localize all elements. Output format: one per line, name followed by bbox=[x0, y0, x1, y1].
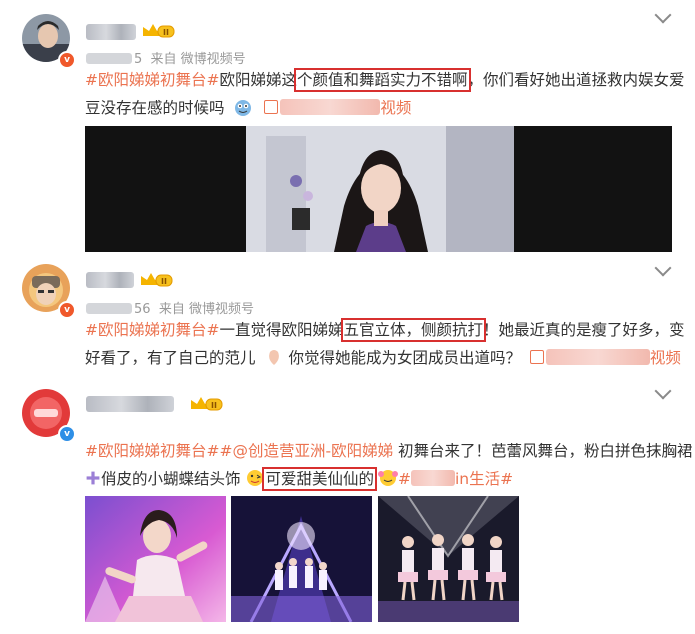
crown-level-icon: II bbox=[191, 397, 223, 411]
post-meta: 56 来自 微博视频号 bbox=[86, 298, 254, 317]
topic-tag[interactable]: #欧阳娣娣初舞台# bbox=[85, 71, 219, 89]
text-segment: 俏皮的小蝴蝶结头饰 bbox=[101, 470, 241, 488]
post-source[interactable]: 来自 微博视频号 bbox=[151, 52, 246, 67]
video-link-blurred[interactable] bbox=[545, 349, 650, 365]
mention-link[interactable]: #@创造营亚洲-欧阳娣娣 bbox=[219, 442, 393, 460]
topic-tag[interactable]: #欧阳娣娣初舞台# bbox=[85, 321, 219, 339]
post-text: #欧阳娣娣初舞台#一直觉得欧阳娣娣五官立体，侧颜抗打！她最近真的是瘦了好多，变 … bbox=[85, 316, 685, 372]
post-image-3[interactable] bbox=[378, 496, 519, 622]
highlighted-phrase: 可爱甜美仙仙的 bbox=[262, 467, 377, 491]
svg-text:II: II bbox=[211, 401, 217, 410]
chevron-down-icon[interactable] bbox=[654, 6, 672, 24]
topic-tag-2[interactable]: # bbox=[398, 470, 411, 488]
svg-text:II: II bbox=[163, 28, 169, 37]
highlighted-phrase: 五官立体，侧颜抗打 bbox=[340, 318, 487, 342]
post-source[interactable]: 来自 微博视频号 bbox=[159, 302, 254, 317]
chevron-down-icon[interactable] bbox=[654, 259, 672, 277]
emoji-icon bbox=[269, 350, 280, 365]
emoji-icon bbox=[235, 100, 252, 116]
verified-badge-icon: v bbox=[58, 301, 76, 319]
emoji-icon bbox=[247, 470, 264, 486]
post-text: #欧阳娣娣初舞台#欧阳娣娣这个颜值和舞蹈实力不错啊，你们看好她出道拯救内娱女爱 … bbox=[85, 66, 685, 122]
video-link-icon[interactable] bbox=[529, 350, 544, 364]
video-link-icon[interactable] bbox=[264, 100, 279, 114]
username-blurred[interactable] bbox=[86, 272, 134, 288]
text-segment: 一直觉得欧阳娣娣 bbox=[219, 321, 344, 339]
emoji-icon bbox=[377, 470, 398, 486]
verified-badge-icon: v bbox=[58, 51, 76, 69]
video-link-blurred[interactable] bbox=[280, 99, 381, 115]
chevron-down-icon[interactable] bbox=[654, 382, 672, 400]
sparkle-plus-icon bbox=[86, 471, 100, 485]
post-image-2[interactable] bbox=[231, 496, 372, 622]
text-segment: 你觉得她能成为女团成员出道吗？ bbox=[288, 349, 521, 367]
highlighted-phrase: 个颜值和舞蹈实力不错啊 bbox=[294, 68, 471, 92]
time-suffix: 5 bbox=[134, 52, 143, 67]
post-text: #欧阳娣娣初舞台##@创造营亚洲-欧阳娣娣 初舞台来了！芭蕾风舞台，粉白拼色抹胸… bbox=[85, 437, 693, 493]
text-segment: 好看了，有了自己的范儿 bbox=[85, 349, 256, 367]
topic-tag-2-suffix[interactable]: in生活# bbox=[455, 470, 513, 488]
time-blurred bbox=[86, 303, 132, 314]
video-link-label[interactable]: 视频 bbox=[650, 349, 681, 367]
verified-badge-icon: v bbox=[58, 425, 76, 443]
crown-level-icon: II bbox=[143, 24, 175, 38]
time-blurred bbox=[86, 53, 132, 64]
text-segment: 欧阳娣娣这 bbox=[219, 71, 297, 89]
video-thumbnail[interactable] bbox=[246, 126, 514, 252]
post-meta: 5 来自 微博视频号 bbox=[86, 48, 246, 67]
video-link-label[interactable]: 视频 bbox=[380, 99, 411, 117]
text-segment: 豆没存在感的时候吗 bbox=[85, 99, 225, 117]
text-segment: 初舞台来了！芭蕾风舞台，粉白拼色抹胸裙 bbox=[393, 442, 693, 460]
post-image-1[interactable] bbox=[85, 496, 226, 622]
text-segment: ，你们看好她出道拯救内娱女爱 bbox=[467, 71, 685, 89]
topic-tag[interactable]: #欧阳娣娣初舞台# bbox=[85, 442, 219, 460]
tag-blurred[interactable] bbox=[410, 470, 455, 486]
username-blurred[interactable] bbox=[86, 24, 136, 40]
username-blurred[interactable] bbox=[86, 396, 174, 412]
svg-text:II: II bbox=[161, 277, 167, 286]
crown-level-icon: II bbox=[141, 273, 173, 287]
text-segment: ！她最近真的是瘦了好多，变 bbox=[483, 321, 685, 339]
time-suffix: 56 bbox=[134, 302, 151, 317]
